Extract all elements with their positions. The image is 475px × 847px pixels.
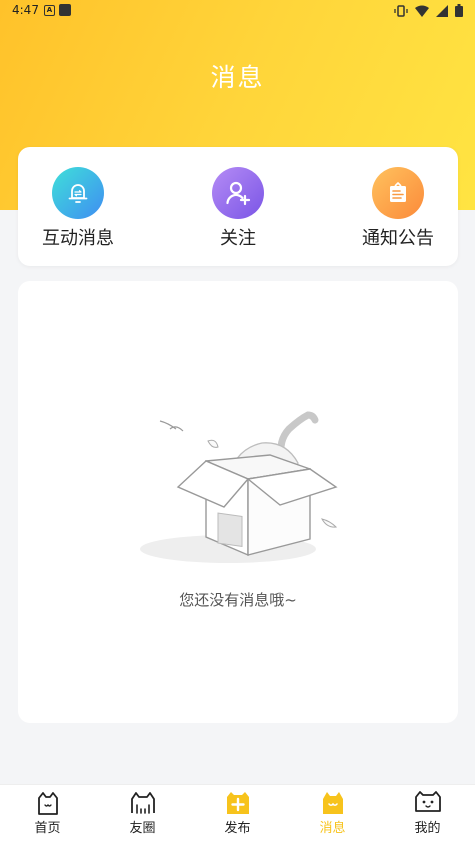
notification-square-icon (59, 4, 71, 16)
notice-label: 通知公告 (362, 228, 434, 249)
bell-icon (52, 167, 104, 219)
cat-friends-icon (130, 792, 155, 814)
page-title: 消息 (210, 63, 265, 92)
status-time: 4:47 (12, 3, 39, 17)
cat-profile-icon (414, 791, 441, 812)
tab-profile-label: 我的 (414, 821, 441, 836)
cat-message-icon (322, 792, 343, 814)
interaction-messages-label: 互动消息 (42, 228, 114, 249)
interaction-messages-entry[interactable]: 互动消息 (18, 167, 138, 250)
tab-friends[interactable]: 友圈 (95, 785, 190, 847)
bottom-tab-bar: 首页 友圈 发布 消息 我的 (0, 784, 475, 847)
tab-friends-label: 友圈 (129, 821, 156, 836)
wifi-icon (415, 5, 429, 17)
notice-entry[interactable]: 通知公告 (338, 167, 458, 250)
vibrate-icon (394, 4, 408, 17)
tab-messages-label: 消息 (319, 821, 346, 836)
empty-box-illustration (132, 401, 342, 575)
cat-home-icon (37, 792, 58, 815)
notice-board-icon (372, 167, 424, 219)
tab-messages[interactable]: 消息 (285, 785, 380, 847)
add-user-icon (212, 167, 264, 219)
follow-label: 关注 (220, 228, 256, 249)
signal-icon (436, 4, 448, 17)
tab-home[interactable]: 首页 (0, 785, 95, 847)
battery-icon (455, 4, 463, 17)
empty-state-message: 您还没有消息哦~ (179, 591, 297, 609)
tab-publish[interactable]: 发布 (190, 785, 285, 847)
quick-entry-card: 互动消息 关注 通知公告 (18, 147, 458, 266)
follow-entry[interactable]: 关注 (178, 167, 298, 250)
notification-a-icon: A (44, 5, 55, 16)
publish-plus-icon (226, 792, 249, 814)
status-bar: 4:47 A (0, 0, 475, 22)
tab-home-label: 首页 (34, 821, 61, 836)
tab-profile[interactable]: 我的 (380, 785, 475, 847)
message-list-card: 您还没有消息哦~ (18, 281, 458, 723)
tab-publish-label: 发布 (224, 821, 251, 836)
